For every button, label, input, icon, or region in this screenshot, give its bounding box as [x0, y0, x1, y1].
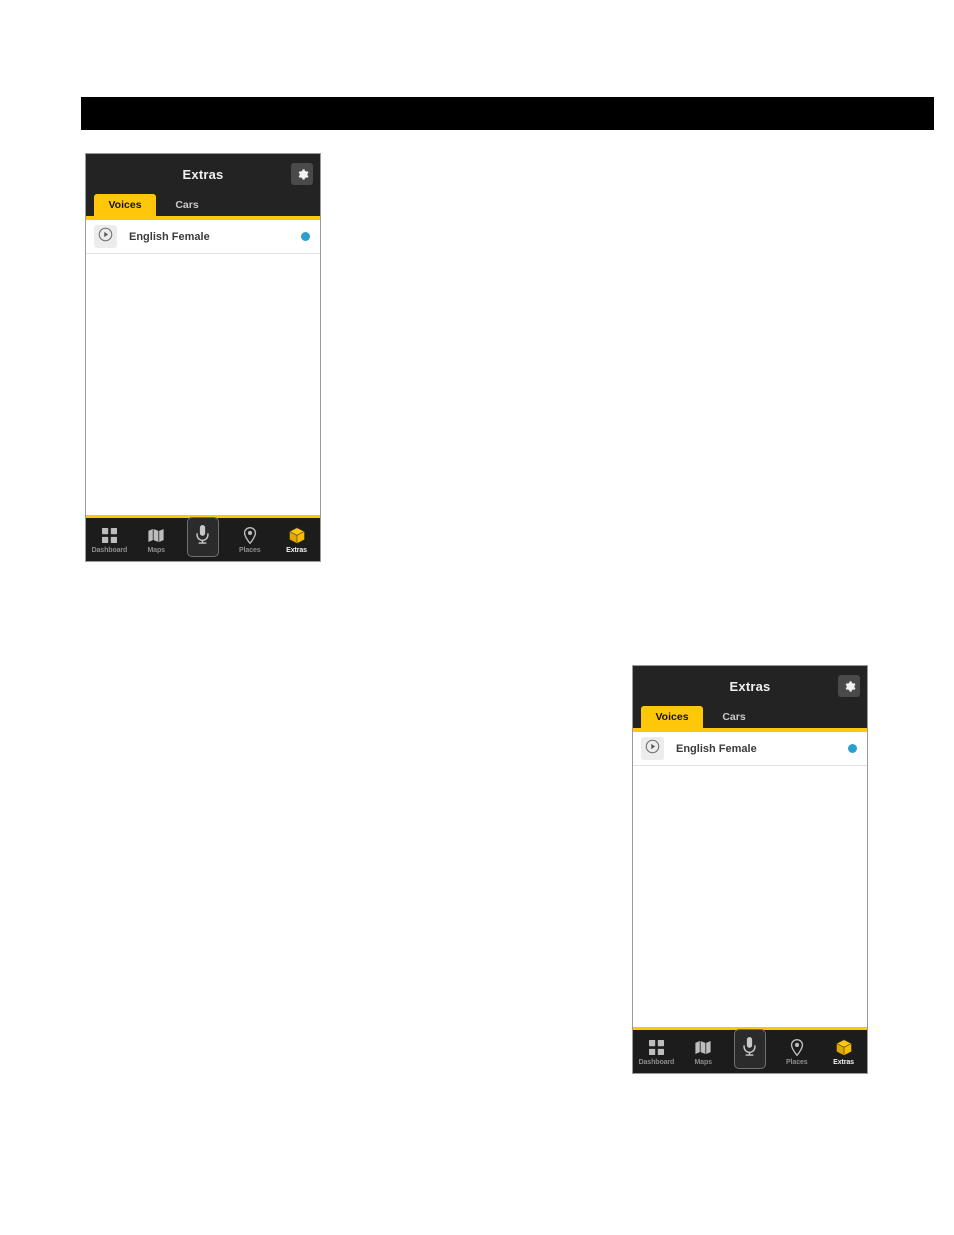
nav-item-extras[interactable]: Extras	[820, 1030, 867, 1073]
tab-bar: Voices Cars	[633, 706, 867, 732]
tab-voices[interactable]: Voices	[641, 706, 703, 728]
phone-screenshot-top: Extras Voices Cars English Female Dashbo…	[85, 153, 321, 562]
microphone-button[interactable]	[186, 516, 219, 557]
play-button[interactable]	[641, 737, 664, 760]
nav-item-maps[interactable]: Maps	[680, 1030, 727, 1073]
list-item-label: English Female	[129, 230, 210, 243]
tab-voices[interactable]: Voices	[94, 194, 156, 216]
phone-screenshot-bottom: Extras Voices Cars English Female Dashbo…	[632, 665, 868, 1074]
dashboard-grid-icon	[648, 1037, 664, 1057]
tab-cars[interactable]: Cars	[703, 706, 765, 728]
microphone-button[interactable]	[733, 1028, 766, 1069]
nav-item-extras[interactable]: Extras	[273, 518, 320, 561]
nav-label-extras: Extras	[833, 1059, 854, 1066]
list-item[interactable]: English Female	[86, 220, 320, 254]
nav-item-voice-command[interactable]	[180, 516, 227, 561]
settings-button[interactable]	[291, 163, 313, 185]
app-header: Extras	[633, 666, 867, 706]
play-circle-icon	[98, 227, 113, 247]
page-title: Extras	[729, 678, 771, 694]
cube-box-icon	[835, 1037, 852, 1057]
nav-label-places: Places	[785, 1059, 808, 1066]
nav-label-maps: Maps	[694, 1059, 712, 1066]
location-pin-icon	[790, 1037, 804, 1057]
gear-icon	[843, 680, 856, 693]
app-header: Extras	[86, 154, 320, 194]
map-folded-icon	[695, 1037, 711, 1057]
blue-dot-indicator	[301, 232, 310, 241]
nav-label-dashboard: Dashboard	[638, 1059, 675, 1066]
nav-label-maps: Maps	[147, 547, 165, 554]
nav-label-dashboard: Dashboard	[91, 547, 128, 554]
dashboard-grid-icon	[101, 525, 117, 545]
list-item[interactable]: English Female	[633, 732, 867, 766]
nav-label-places: Places	[238, 547, 261, 554]
nav-item-maps[interactable]: Maps	[133, 518, 180, 561]
location-pin-icon	[243, 525, 257, 545]
settings-button[interactable]	[838, 675, 860, 697]
voice-list: English Female	[633, 732, 867, 1027]
bottom-navigation-bar: Dashboard Maps Places Extras	[633, 1027, 867, 1073]
play-button[interactable]	[94, 225, 117, 248]
gear-icon	[296, 168, 309, 181]
nav-item-places[interactable]: Places	[226, 518, 273, 561]
nav-item-dashboard[interactable]: Dashboard	[633, 1030, 680, 1073]
microphone-icon	[742, 1036, 757, 1062]
tab-bar: Voices Cars	[86, 194, 320, 220]
nav-label-extras: Extras	[286, 547, 307, 554]
nav-item-dashboard[interactable]: Dashboard	[86, 518, 133, 561]
cube-box-icon	[288, 525, 305, 545]
nav-item-voice-command[interactable]	[727, 1028, 774, 1073]
play-circle-icon	[645, 739, 660, 759]
list-item-label: English Female	[676, 742, 757, 755]
nav-item-places[interactable]: Places	[773, 1030, 820, 1073]
bottom-navigation-bar: Dashboard Maps Places Extras	[86, 515, 320, 561]
page-top-banner	[81, 97, 934, 130]
voice-list: English Female	[86, 220, 320, 515]
microphone-icon	[195, 524, 210, 550]
blue-dot-indicator	[848, 744, 857, 753]
page-title: Extras	[182, 166, 224, 182]
map-folded-icon	[148, 525, 164, 545]
tab-cars[interactable]: Cars	[156, 194, 218, 216]
